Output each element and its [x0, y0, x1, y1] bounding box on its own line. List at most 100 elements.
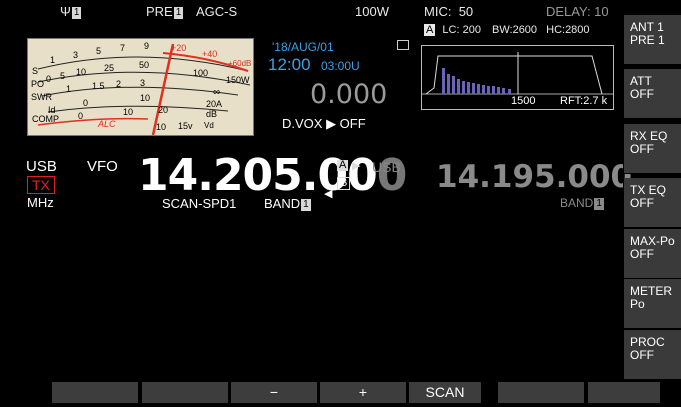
ant-pre-button[interactable]: ANT 1 PRE 1: [623, 15, 681, 65]
att-button[interactable]: ATT OFF: [623, 69, 681, 119]
antenna-icon: Ψ: [60, 4, 71, 19]
sub-frequency: 14.195.000: [436, 159, 633, 195]
comp-tick: 20: [158, 105, 169, 115]
utc-time: 03:00U: [321, 59, 360, 73]
function-key-f1[interactable]: [52, 382, 138, 403]
preamp-indicator: PRE 1: [146, 5, 184, 19]
s-tick: +40: [202, 49, 218, 59]
tx-eq-button[interactable]: TX EQ OFF: [623, 178, 681, 228]
vfo-b-tag: B: [337, 177, 351, 190]
po-tick: 10: [76, 67, 87, 77]
main-frequency-dim-digit: 0: [376, 150, 408, 201]
sub-band: BAND 1: [560, 197, 605, 210]
memory-card-icon: [397, 40, 409, 50]
po-tick: 50: [139, 60, 150, 70]
antenna-number: 1: [71, 7, 82, 19]
tx-indicator: TX: [27, 176, 55, 194]
s-tick: 7: [120, 43, 126, 53]
main-frequency: 14.205.000: [138, 154, 407, 198]
rx-eq-line2: OFF: [630, 142, 654, 156]
dvox-status: D.VOX ▶ OFF: [282, 116, 366, 131]
sub-band-label: BAND: [560, 196, 594, 210]
comp-tick: 10: [123, 107, 134, 117]
filter-hc: HC:2800: [546, 24, 590, 36]
meter-label-po: PO: [31, 79, 45, 89]
minus-button[interactable]: −: [231, 382, 317, 403]
delay-indicator: DELAY: 10: [546, 4, 609, 19]
meter-button[interactable]: METER Po: [623, 279, 681, 329]
scan-button[interactable]: SCAN: [409, 382, 481, 403]
comp-tick: 0: [78, 111, 84, 121]
main-band-number: 1: [301, 199, 311, 211]
time-display: 12:00 03:00U: [268, 56, 360, 74]
scope-freq-mark: 1500: [511, 95, 536, 107]
max-po-button[interactable]: MAX-Po OFF: [623, 229, 681, 279]
main-mode: USB: [26, 158, 57, 175]
preamp-label: PRE: [146, 4, 173, 19]
mic-label: MIC:: [424, 4, 452, 19]
main-vfo-source: VFO: [87, 158, 118, 175]
date-display: '18/AUG/01: [272, 40, 334, 54]
s-tick: 5: [96, 46, 102, 56]
function-key-f6[interactable]: [498, 382, 584, 403]
filter-info: A LC: 200 BW:2600 HC:2800: [424, 24, 590, 36]
meter-label-swr: SWR: [31, 92, 52, 102]
vd-tick: 15v: [178, 121, 193, 131]
function-key-f2[interactable]: [142, 382, 228, 403]
filter-scope: 1500 RFT:2.7 k: [421, 45, 614, 110]
filter-lc: LC: 200: [442, 24, 481, 36]
po-tick: 0: [46, 74, 52, 84]
id-tick: 10: [140, 93, 151, 103]
id-tick: 20A: [206, 99, 223, 109]
swr-tick: 2: [116, 79, 122, 89]
rit-offset: 0.000: [310, 79, 388, 110]
analog-meter: S PO SWR Id COMP 1 3 5 7 9 +20 +40 +60dB…: [27, 38, 254, 136]
id-tick: 0: [83, 98, 89, 108]
vfo-select-arrow: ◀: [324, 188, 333, 200]
power-indicator: 100W: [355, 4, 389, 19]
po-tick: 25: [104, 63, 115, 73]
s-tick: +60dB: [228, 59, 252, 68]
main-freq-unit: MHz: [27, 195, 54, 210]
proc-button[interactable]: PROC OFF: [623, 330, 681, 380]
vfo-a-tag: A: [337, 159, 349, 171]
meter-label-s: S: [32, 66, 39, 76]
filter-vfo-tag: A: [424, 24, 436, 36]
s-tick: 3: [73, 50, 79, 60]
main-band: BAND 1: [264, 197, 312, 211]
scan-speed: SCAN-SPD1: [162, 196, 237, 211]
antenna-indicator: Ψ1: [60, 5, 82, 19]
plus-button[interactable]: +: [320, 382, 406, 403]
main-band-label: BAND: [264, 196, 301, 211]
meter-label-comp: COMP: [32, 114, 59, 124]
s-tick: +20: [171, 43, 187, 53]
local-time: 12:00: [268, 55, 311, 74]
swr-tick: 3: [140, 78, 146, 88]
s-tick: 1: [50, 55, 56, 65]
vd-tick: 10: [156, 122, 167, 132]
mic-value: 50: [458, 4, 474, 19]
po-tick: 150W: [226, 75, 250, 85]
sub-mode: USB: [372, 159, 401, 175]
att-line2: OFF: [630, 87, 654, 101]
ant-pre-line2: PRE 1: [630, 33, 665, 47]
proc-line2: OFF: [630, 348, 654, 362]
vd-label: Vd: [204, 121, 214, 130]
agc-indicator: AGC-S: [196, 4, 238, 19]
s-tick: 9: [144, 41, 150, 51]
po-tick: 5: [60, 71, 66, 81]
swr-tick: ∞: [213, 87, 221, 98]
filter-bw: BW:2600: [492, 24, 538, 36]
rx-eq-button[interactable]: RX EQ OFF: [623, 124, 681, 174]
swr-tick: 1: [66, 84, 72, 94]
po-tick: 100: [193, 68, 209, 78]
function-key-f7[interactable]: [588, 382, 660, 403]
meter-line2: Po: [630, 297, 645, 311]
scope-rft: RFT:2.7 k: [560, 95, 608, 107]
mic-gain-indicator: MIC: 50: [424, 5, 473, 18]
max-po-line2: OFF: [630, 247, 654, 261]
vfo-arrow-right: ▶: [352, 160, 361, 172]
comp-tick: dB: [206, 109, 218, 119]
sub-band-number: 1: [594, 198, 604, 210]
swr-tick: 1.5: [92, 81, 105, 91]
